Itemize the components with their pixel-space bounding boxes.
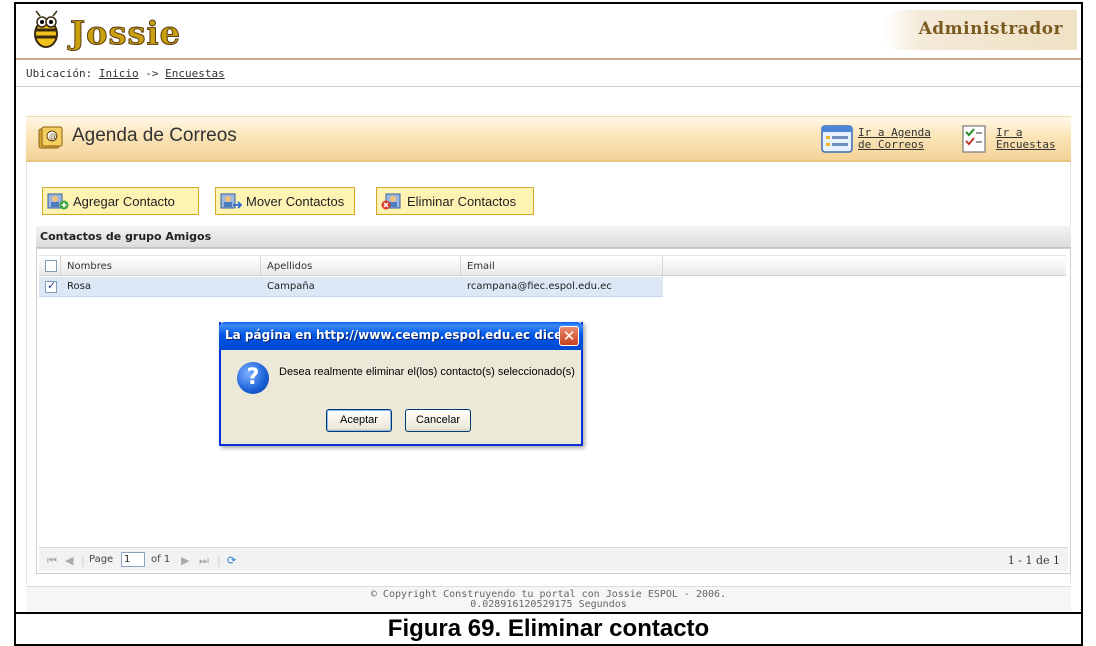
add-contact-label: Agregar Contacto <box>73 193 175 209</box>
dialog-titlebar[interactable]: La página en http://www.ceemp.espol.edu.… <box>219 322 583 350</box>
cell-nombres: Rosa <box>67 281 91 292</box>
breadcrumb-separator: -> <box>145 67 159 80</box>
grid-title: Contactos de grupo Amigos <box>36 226 1071 248</box>
dialog-message: Desea realmente eliminar el(los) contact… <box>279 366 575 378</box>
delete-contacts-icon <box>381 193 401 210</box>
table-row[interactable]: Rosa Campaña rcampana@fiec.espol.edu.ec <box>39 277 663 297</box>
app-window: Jossie Administrador Ubicación: Inicio -… <box>16 4 1081 612</box>
admin-label: Administrador <box>918 19 1063 39</box>
survey-icon <box>962 125 986 153</box>
add-contact-button[interactable]: Agregar Contacto <box>42 187 199 215</box>
prev-page-icon[interactable]: ◀ <box>65 554 73 567</box>
list-icon <box>821 125 853 153</box>
cell-email: rcampana@fiec.espol.edu.ec <box>467 281 612 292</box>
page-of-label: of 1 <box>151 554 171 565</box>
panel-title: Agenda de Correos <box>72 125 237 146</box>
footer-timing: 0.028916120529175 Segundos <box>470 599 627 610</box>
column-header-email[interactable]: Email <box>461 256 663 277</box>
breadcrumb: Ubicación: Inicio -> Encuestas <box>26 67 225 80</box>
go-to-surveys-link[interactable]: Ir a Encuestas <box>958 121 1056 157</box>
go-to-surveys-label: Ir a Encuestas <box>996 126 1056 151</box>
select-all-checkbox[interactable] <box>45 260 57 272</box>
refresh-icon[interactable]: ⟳ <box>227 554 236 567</box>
logo-text: Jossie <box>69 14 182 53</box>
cancel-button[interactable]: Cancelar <box>405 409 471 432</box>
cell-apellidos: Campaña <box>267 281 315 292</box>
next-page-icon[interactable]: ▶ <box>181 554 189 567</box>
delete-contacts-label: Eliminar Contactos <box>407 193 517 209</box>
bee-icon <box>34 10 58 48</box>
move-contacts-button[interactable]: Mover Contactos <box>215 187 355 215</box>
grid-header: Nombres Apellidos Email <box>39 255 1066 277</box>
svg-text:@: @ <box>49 132 57 141</box>
breadcrumb-prefix: Ubicación: <box>26 67 93 80</box>
divider <box>16 86 1081 87</box>
breadcrumb-home-link[interactable]: Inicio <box>99 67 139 80</box>
accept-button[interactable]: Aceptar <box>326 409 392 432</box>
admin-badge: Administrador <box>883 10 1077 50</box>
address-book-icon: @ <box>38 126 63 149</box>
record-count: 1 - 1 de 1 <box>1007 554 1060 567</box>
last-page-icon[interactable]: ⏭ <box>199 554 209 568</box>
breadcrumb-current-link[interactable]: Encuestas <box>165 67 225 80</box>
pager-separator: | <box>81 554 85 567</box>
pager: ⏮ ◀ | Page 1 of 1 ▶ ⏭ | ⟳ 1 - 1 de 1 <box>39 547 1068 571</box>
figure-caption: Figura 69. Eliminar contacto <box>16 612 1081 644</box>
header: Jossie Administrador <box>16 4 1081 60</box>
column-header-apellidos[interactable]: Apellidos <box>261 256 461 277</box>
page-input[interactable]: 1 <box>121 552 145 567</box>
move-contacts-label: Mover Contactos <box>246 193 345 209</box>
select-all-cell <box>39 256 61 277</box>
page-label: Page <box>89 554 114 565</box>
close-icon[interactable]: ✕ <box>559 326 579 346</box>
jossie-logo[interactable]: Jossie <box>26 8 206 56</box>
question-icon: ? <box>237 362 269 394</box>
pager-separator-2: | <box>217 554 221 567</box>
footer: © Copyright Construyendo tu portal con J… <box>26 586 1071 612</box>
move-contacts-icon <box>220 193 242 209</box>
go-to-agenda-label: Ir a Agenda de Correos <box>858 126 931 151</box>
row-checkbox[interactable] <box>45 279 57 293</box>
dialog-title: La página en http://www.ceemp.espol.edu.… <box>225 328 568 342</box>
confirm-dialog: La página en http://www.ceemp.espol.edu.… <box>219 322 583 446</box>
delete-contacts-button[interactable]: Eliminar Contactos <box>376 187 534 215</box>
column-header-nombres[interactable]: Nombres <box>61 256 261 277</box>
add-contact-icon <box>47 193 69 210</box>
go-to-agenda-link[interactable]: Ir a Agenda de Correos <box>820 121 931 157</box>
panel-header: @ Agenda de Correos Ir a Agenda de Corre… <box>26 116 1071 162</box>
first-page-icon[interactable]: ⏮ <box>47 554 57 568</box>
figure-frame: Jossie Administrador Ubicación: Inicio -… <box>14 2 1083 646</box>
